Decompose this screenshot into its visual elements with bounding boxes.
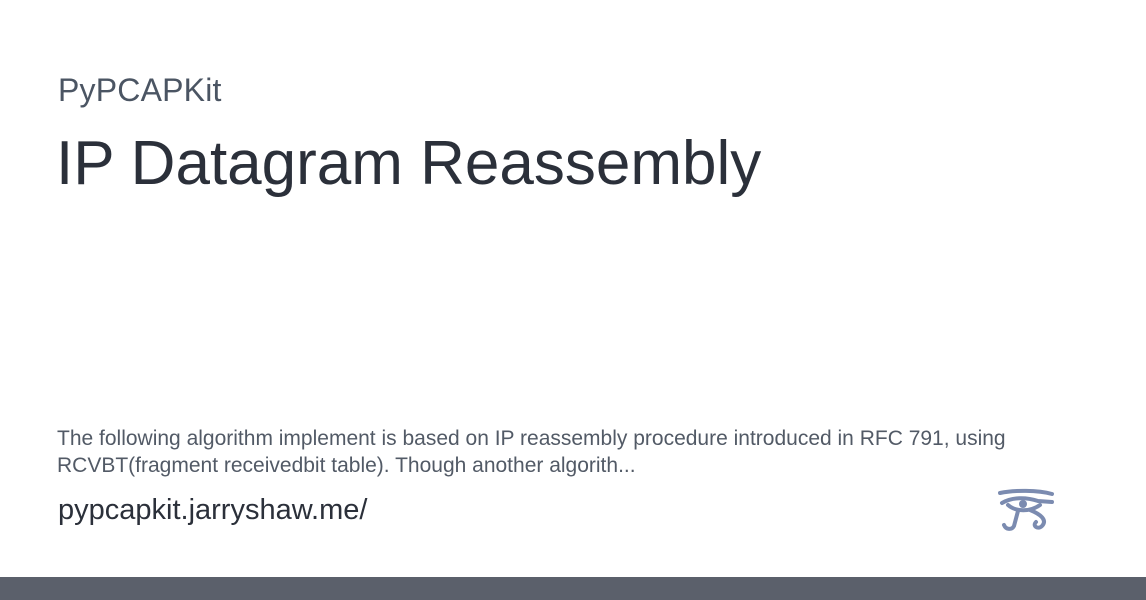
page-description: The following algorithm implement is bas… (57, 427, 1006, 477)
bottom-bar (0, 577, 1146, 600)
page-title: IP Datagram Reassembly (56, 129, 762, 198)
site-name: PyPCAPKit (58, 72, 222, 108)
site-url: pypcapkit.jarryshaw.me/ (58, 494, 368, 526)
eye-of-horus-icon (998, 488, 1054, 531)
link-preview-card: PyPCAPKit IP Datagram Reassembly The fol… (0, 0, 1146, 600)
